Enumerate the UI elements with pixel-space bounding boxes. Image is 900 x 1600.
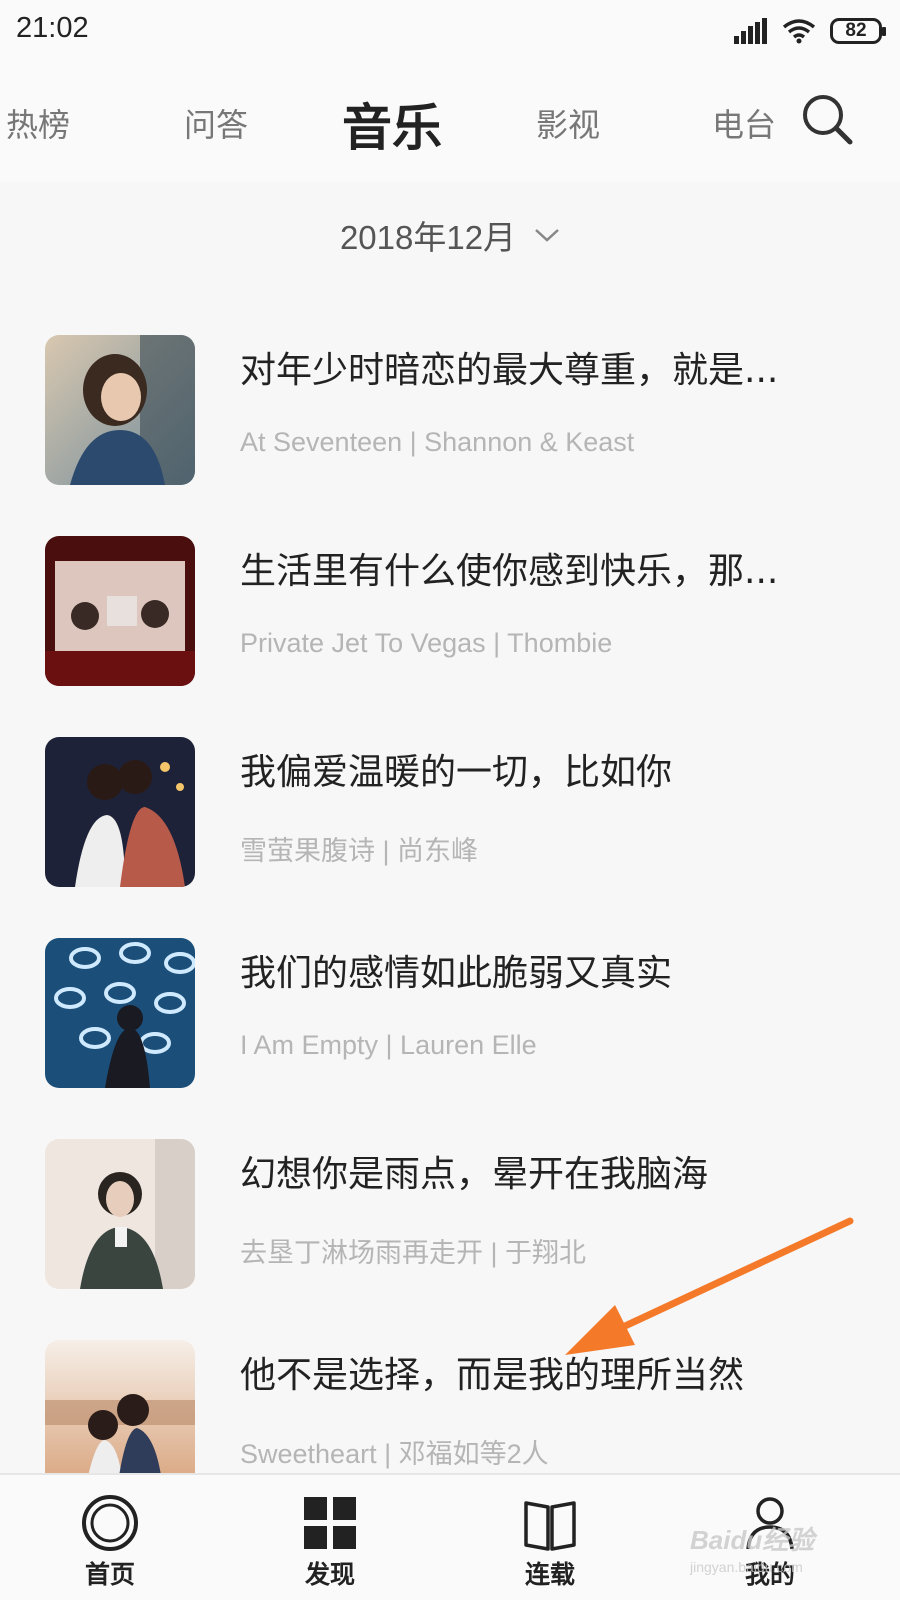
nav-home[interactable]: 首页 — [50, 1475, 170, 1600]
cover-image — [45, 536, 195, 686]
tab-radio[interactable]: 电台 — [712, 100, 776, 146]
status-bar: 21:02 82 — [0, 0, 900, 62]
list-item[interactable]: 对年少时暗恋的最大尊重，就是... At Seventeen | Shannon… — [0, 335, 900, 485]
item-title: 幻想你是雨点，晕开在我脑海 — [240, 1154, 709, 1195]
list-item[interactable]: 我们的感情如此脆弱又真实 I Am Empty | Lauren Elle — [0, 938, 900, 1088]
item-title: 生活里有什么使你感到快乐，那... — [240, 551, 779, 592]
tab-qa[interactable]: 问答 — [184, 100, 248, 146]
item-subtitle: Sweetheart | 邓福如等2人 — [240, 1439, 549, 1469]
month-selector[interactable]: 2018年12月 — [0, 205, 900, 265]
search-icon — [803, 95, 853, 145]
cover-image — [45, 1139, 195, 1289]
grid-icon — [304, 1497, 356, 1549]
item-title: 对年少时暗恋的最大尊重，就是... — [240, 350, 779, 391]
cover-image — [45, 938, 195, 1088]
status-time: 21:02 — [16, 12, 89, 44]
watermark: Baidu经验 jingyan.baidu.com — [690, 1520, 870, 1590]
list-item[interactable]: 我偏爱温暖的一切，比如你 雪萤果腹诗 | 尚东峰 — [0, 737, 900, 887]
cover-image — [45, 335, 195, 485]
tab-music[interactable]: 音乐 — [342, 88, 442, 160]
home-circle-icon — [82, 1495, 138, 1551]
item-subtitle: I Am Empty | Lauren Elle — [240, 1030, 537, 1060]
chevron-down-icon — [535, 229, 559, 242]
list-item[interactable]: 生活里有什么使你感到快乐，那... Private Jet To Vegas |… — [0, 536, 900, 686]
battery-level: 82 — [845, 20, 867, 41]
cover-image — [45, 737, 195, 887]
status-icons: 82 — [734, 14, 886, 48]
item-subtitle: At Seventeen | Shannon & Keast — [240, 427, 635, 457]
item-title: 我们的感情如此脆弱又真实 — [240, 953, 673, 994]
item-subtitle: 雪萤果腹诗 | 尚东峰 — [240, 836, 479, 866]
nav-discover[interactable]: 发现 — [270, 1475, 390, 1600]
wifi-icon — [782, 19, 816, 44]
category-tab-bar: 热榜 问答 音乐 影视 电台 — [0, 62, 900, 182]
nav-home-label: 首页 — [84, 1560, 135, 1589]
tab-video[interactable]: 影视 — [536, 100, 600, 146]
search-button[interactable] — [800, 92, 856, 148]
arrow-icon — [565, 1217, 854, 1355]
watermark-url: jingyan.baidu.com — [690, 1559, 803, 1575]
nav-discover-label: 发现 — [304, 1560, 355, 1589]
signal-icon — [734, 18, 767, 44]
watermark-text: Baidu经验 — [690, 1525, 815, 1555]
cover-image — [45, 1340, 195, 1473]
nav-serial-label: 连载 — [524, 1560, 575, 1589]
nav-serial[interactable]: 连载 — [490, 1475, 610, 1600]
item-title: 我偏爱温暖的一切，比如你 — [240, 752, 673, 793]
month-label: 2018年12月 — [339, 219, 517, 256]
book-icon — [524, 1501, 576, 1551]
tab-hot[interactable]: 热榜 — [6, 100, 70, 146]
item-subtitle: Private Jet To Vegas | Thombie — [240, 628, 613, 658]
battery-indicator: 82 — [830, 18, 886, 44]
